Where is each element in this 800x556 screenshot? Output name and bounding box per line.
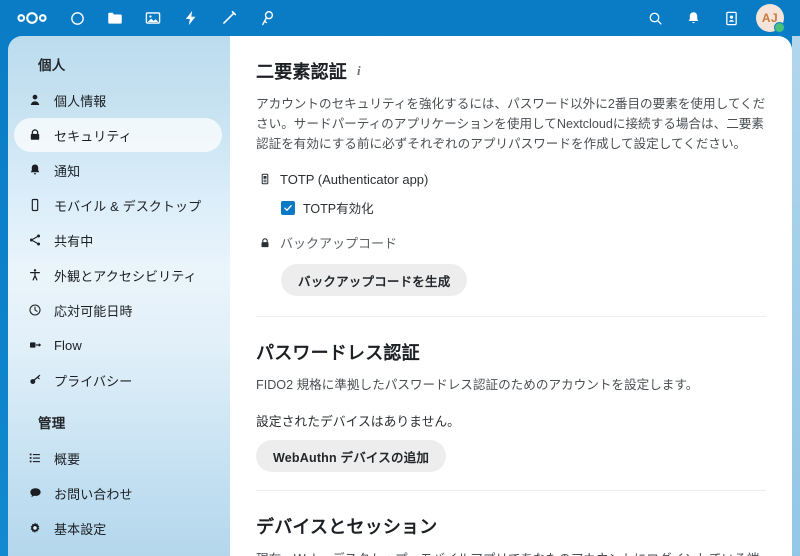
sidebar-item-flow[interactable]: Flow (14, 328, 222, 362)
totp-provider: TOTP (Authenticator app) TOTP有効化 (256, 170, 766, 217)
totp-enable-checkbox[interactable]: TOTP有効化 (281, 198, 766, 217)
lock-icon (256, 234, 274, 252)
sidebar-item-basic-settings[interactable]: 基本設定 (14, 511, 222, 545)
section-two-factor-authentication: 二要素認証 i アカウントのセキュリティを強化するには、パスワード以外に2番目の… (256, 36, 766, 317)
sidebar-heading-administration: 管理 (38, 416, 66, 431)
sidebar-item-privacy[interactable]: プライバシー (14, 363, 222, 397)
info-icon[interactable]: i (357, 63, 361, 79)
sidebar-item-security[interactable]: セキュリティ (14, 118, 222, 152)
sidebar-item-label: お問い合わせ (54, 486, 133, 502)
sidebar-item-label: 基本設定 (54, 521, 107, 537)
topbar-right-icons: AJ (636, 0, 790, 36)
checkbox-checked-box (281, 200, 295, 215)
sidebar-item-label: 応対可能日時 (54, 303, 133, 319)
nextcloud-logo[interactable] (12, 0, 52, 36)
sidebar-item-support[interactable]: お問い合わせ (14, 476, 222, 510)
activity-icon[interactable] (172, 0, 210, 36)
passwords-icon[interactable] (248, 0, 286, 36)
section-passwordless-authentication: パスワードレス認証 FIDO2 規格に準拠したパスワードレス認証のためのアカウン… (256, 317, 766, 491)
gear-icon (24, 518, 46, 538)
authenticator-device-icon (256, 170, 274, 188)
presence-online-dot (774, 22, 785, 33)
sidebar-item-notifications[interactable]: 通知 (14, 153, 222, 187)
sidebar-item-mobile-desktop[interactable]: モバイル & デスクトップ (14, 188, 222, 222)
bell-icon (24, 160, 46, 180)
backup-codes-label: バックアップコード (280, 236, 398, 251)
devices-title: デバイスとセッション (256, 517, 438, 537)
dashboard-icon[interactable] (58, 0, 96, 36)
avatar[interactable]: AJ (750, 0, 790, 36)
top-navigation-bar: AJ (0, 0, 800, 36)
notes-icon[interactable] (210, 0, 248, 36)
mobile-icon (24, 195, 46, 215)
sidebar-item-label: 個人情報 (54, 93, 107, 109)
passwordless-description: FIDO2 規格に準拠したパスワードレス認証のためのアカウントを設定します。 (256, 378, 699, 392)
contacts-icon[interactable] (712, 0, 750, 36)
flow-icon (24, 335, 46, 355)
section-devices-and-sessions: デバイスとセッション 現在、Web、デスクトップ、モバイルアプリであなたのアカウ… (256, 491, 766, 556)
sidebar-item-sharing[interactable]: 共有中 (14, 223, 222, 257)
passwordless-title: パスワードレス認証 (256, 343, 420, 363)
account-icon (24, 90, 46, 110)
page-background-edge (792, 36, 800, 556)
page-title: 二要素認証 i (256, 58, 766, 84)
chat-bubble-icon (24, 483, 46, 503)
sidebar-item-personal-info[interactable]: 個人情報 (14, 83, 222, 117)
totp-provider-label: TOTP (Authenticator app) (280, 171, 429, 187)
generate-backup-codes-button[interactable]: バックアップコードを生成 (281, 264, 468, 296)
totp-enable-label: TOTP有効化 (303, 202, 374, 216)
no-devices-text: 設定されたデバイスはありません。 (256, 414, 460, 429)
sidebar-item-availability[interactable]: 応対可能日時 (14, 293, 222, 327)
app-navigation-icons (58, 0, 286, 36)
photos-icon[interactable] (134, 0, 172, 36)
sidebar-item-label: 共有中 (54, 233, 94, 249)
sidebar-item-label: プライバシー (54, 373, 133, 389)
notifications-bell-icon[interactable] (674, 0, 712, 36)
sidebar-heading-personal: 個人 (38, 58, 66, 73)
two-factor-description: アカウントのセキュリティを強化するには、パスワード以外に2番目の要素を使用してく… (256, 97, 766, 151)
accessibility-icon (24, 265, 46, 285)
sidebar-item-label: Flow (54, 337, 82, 353)
totp-provider-header: TOTP (Authenticator app) (256, 170, 766, 188)
sidebar-item-overview[interactable]: 概要 (14, 441, 222, 475)
sidebar-item-label: 概要 (54, 451, 81, 467)
devices-description: 現在、Web、デスクトップ、モバイルアプリであなたのアカウントにログインしている… (256, 549, 766, 556)
sidebar-item-label: 通知 (54, 163, 81, 179)
share-icon (24, 230, 46, 250)
two-factor-title-text: 二要素認証 (256, 62, 347, 82)
backup-codes-header: バックアップコード (256, 233, 766, 252)
nextcloud-app-window: AJ 個人 個人情報 セキュリティ 通知 モバイル & デスクトップ 共有中 外… (0, 0, 800, 556)
key-icon (24, 370, 46, 390)
sidebar-item-label: 外観とアクセシビリティ (54, 268, 197, 284)
add-webauthn-device-button[interactable]: WebAuthn デバイスの追加 (256, 440, 447, 472)
files-icon[interactable] (96, 0, 134, 36)
sidebar-item-label: セキュリティ (54, 128, 132, 144)
settings-main-panel: 二要素認証 i アカウントのセキュリティを強化するには、パスワード以外に2番目の… (230, 36, 792, 556)
lock-icon (24, 125, 46, 145)
search-icon[interactable] (636, 0, 674, 36)
overview-list-icon (24, 448, 46, 468)
content-area: 個人 個人情報 セキュリティ 通知 モバイル & デスクトップ 共有中 外観とア… (8, 36, 792, 556)
settings-sidebar: 個人 個人情報 セキュリティ 通知 モバイル & デスクトップ 共有中 外観とア… (8, 36, 230, 556)
backup-codes-provider: バックアップコード バックアップコードを生成 (256, 233, 766, 298)
sidebar-item-appearance-accessibility[interactable]: 外観とアクセシビリティ (14, 258, 222, 292)
clock-icon (24, 300, 46, 320)
sidebar-item-label: モバイル & デスクトップ (54, 198, 202, 214)
